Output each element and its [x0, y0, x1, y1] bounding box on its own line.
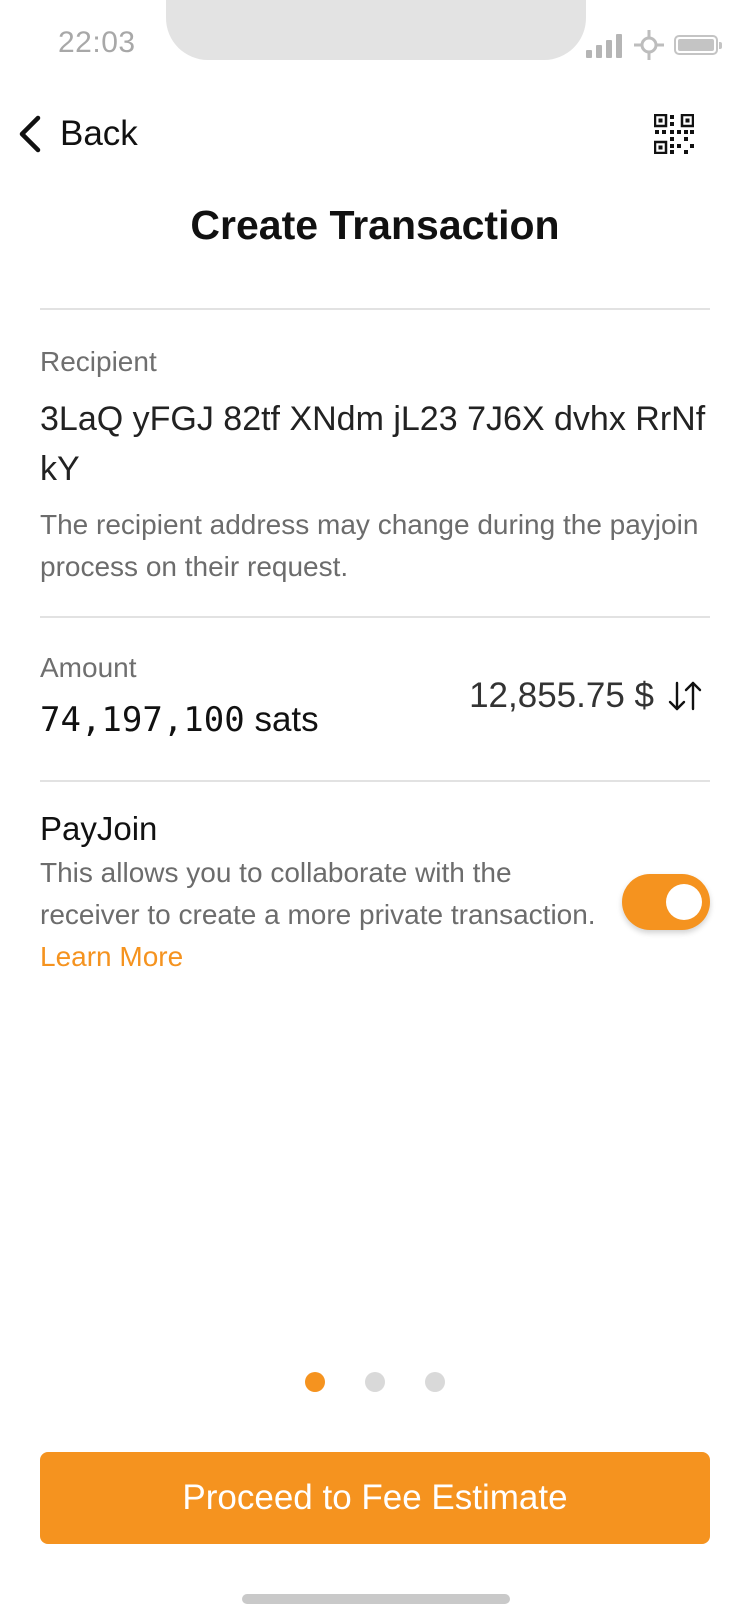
status-bar: 22:03	[0, 0, 750, 90]
cellular-signal-icon	[586, 34, 624, 58]
device-notch	[166, 0, 586, 60]
divider	[40, 780, 710, 782]
divider	[40, 308, 710, 310]
amount-fiat-value: 12,855.75 $	[469, 676, 654, 715]
recipient-address[interactable]: 3LaQ yFGJ 82tf XNdm jL23 7J6X dvhx RrNf …	[40, 394, 720, 494]
page-dot-active	[305, 1372, 325, 1392]
qr-code-icon[interactable]	[654, 114, 694, 154]
network-icon	[634, 30, 664, 60]
divider	[40, 616, 710, 618]
amount-fiat: 12,855.75 $	[469, 676, 704, 716]
chevron-left-icon	[19, 115, 41, 153]
recipient-label: Recipient	[40, 346, 157, 377]
payjoin-title: PayJoin	[40, 810, 158, 847]
payjoin-toggle[interactable]	[622, 874, 710, 930]
amount-sats[interactable]: 74,197,100 sats	[40, 700, 319, 740]
page-title: Create Transaction	[190, 202, 560, 248]
amount-sats-value: 74,197,100	[40, 700, 245, 740]
status-time: 22:03	[58, 26, 136, 59]
amount-label: Amount	[40, 652, 137, 683]
swap-arrows-icon[interactable]	[666, 679, 704, 713]
back-button[interactable]: Back	[16, 108, 138, 160]
home-indicator[interactable]	[242, 1594, 510, 1604]
recipient-note: The recipient address may change during …	[40, 509, 699, 582]
page-dot	[425, 1372, 445, 1392]
learn-more-link[interactable]: Learn More	[40, 941, 183, 972]
battery-icon	[674, 35, 722, 55]
amount-sats-unit: sats	[254, 700, 319, 739]
payjoin-description: This allows you to collaborate with the …	[40, 852, 600, 978]
payjoin-description-text: This allows you to collaborate with the …	[40, 857, 596, 930]
proceed-to-fee-estimate-button[interactable]: Proceed to Fee Estimate	[40, 1452, 710, 1544]
page-indicator	[0, 1372, 750, 1392]
back-label: Back	[60, 114, 138, 153]
page-dot	[365, 1372, 385, 1392]
toggle-knob	[666, 884, 702, 920]
